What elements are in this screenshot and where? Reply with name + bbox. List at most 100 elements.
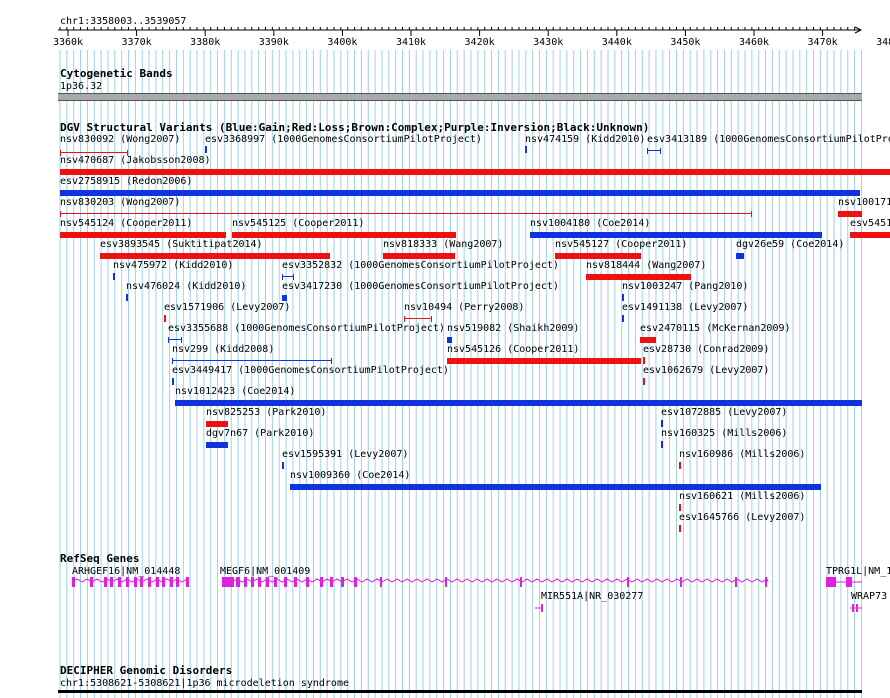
dgv-loss-feature[interactable] <box>60 232 226 238</box>
gene-label-wrap73[interactable]: WRAP73 <box>851 591 887 602</box>
dgv-feature-label[interactable]: nsv1012423 (Coe2014) <box>175 386 295 397</box>
gene-label-mir551a[interactable]: MIR551A|NR_030277 <box>541 591 643 602</box>
dgv-feature-label[interactable]: nsv818444 (Wang2007) <box>586 260 706 271</box>
dgv-feature-label[interactable]: nsv160986 (Mills2006) <box>679 449 805 460</box>
gene-label-arhgef16[interactable]: ARHGEF16|NM_014448 <box>72 566 180 577</box>
dgv-feature-label[interactable]: esv1645766 (Levy2007) <box>679 512 805 523</box>
dgv-feature-label[interactable]: esv3449417 (1000GenomesConsortiumPilotPr… <box>172 365 449 376</box>
dgv-feature-label[interactable]: nsv470687 (Jakobsson2008) <box>60 155 211 166</box>
dgv-feature-label[interactable]: nsv1004180 (Coe2014) <box>530 218 650 229</box>
dgv-feature-label[interactable]: nsv1003247 (Pang2010) <box>622 281 748 292</box>
dgv-loss-feature[interactable] <box>838 211 862 217</box>
dgv-feature-label[interactable]: esv2470115 (McKernan2009) <box>640 323 791 334</box>
gene-label-tprg1l[interactable]: TPRG1L|NM_1 <box>826 566 890 577</box>
dgv-feature-label[interactable]: esv5451 <box>850 218 890 229</box>
dgv-feature-label[interactable]: nsv519082 (Shaikh2009) <box>447 323 579 334</box>
dgv-feature-label[interactable]: nsv545126 (Cooper2011) <box>447 344 579 355</box>
dgv-gain-feature[interactable] <box>172 358 332 364</box>
dgv-feature-label[interactable]: nsv825253 (Park2010) <box>206 407 326 418</box>
dgv-gain-feature[interactable] <box>60 190 860 196</box>
dgv-feature-label[interactable]: esv1595391 (Levy2007) <box>282 449 408 460</box>
dgv-loss-feature[interactable] <box>164 315 166 322</box>
dgv-loss-feature[interactable] <box>206 421 228 427</box>
dgv-loss-feature[interactable] <box>100 253 330 259</box>
dgv-feature-label[interactable]: esv1072885 (Levy2007) <box>661 407 787 418</box>
dgv-loss-feature[interactable] <box>383 253 455 259</box>
dgv-loss-feature[interactable] <box>60 211 752 217</box>
dgv-loss-feature[interactable] <box>232 232 456 238</box>
dgv-gain-feature[interactable] <box>661 420 663 427</box>
dgv-feature-label[interactable]: esv3368997 (1000GenomesConsortiumPilotPr… <box>205 134 482 145</box>
dgv-gain-feature[interactable] <box>206 442 228 448</box>
dgv-feature-label[interactable]: esv2758915 (Redon2006) <box>60 176 192 187</box>
dgv-gain-feature[interactable] <box>447 337 452 343</box>
dgv-feature-label[interactable]: nsv818333 (Wang2007) <box>383 239 503 250</box>
dgv-gain-feature[interactable] <box>290 484 821 490</box>
dgv-gain-feature[interactable] <box>622 315 624 322</box>
dgv-track-title: DGV Structural Variants (Blue:Gain;Red:L… <box>60 121 650 134</box>
dgv-feature-label[interactable]: nsv100171 <box>838 197 890 208</box>
dgv-feature-label[interactable]: esv28730 (Conrad2009) <box>643 344 769 355</box>
dgv-feature-label[interactable]: esv1062679 (Levy2007) <box>643 365 769 376</box>
dgv-feature-label[interactable]: nsv475972 (Kidd2010) <box>113 260 233 271</box>
ruler-tick-label: 3470k <box>808 37 838 48</box>
dgv-loss-feature[interactable] <box>643 378 645 385</box>
dgv-feature-label[interactable]: nsv10494 (Perry2008) <box>404 302 524 313</box>
dgv-feature-label[interactable]: esv3893545 (Suktitipat2014) <box>100 239 263 250</box>
dgv-gain-feature[interactable] <box>647 148 661 154</box>
dgv-feature-label[interactable]: nsv545127 (Cooper2011) <box>555 239 687 250</box>
dgv-gain-feature[interactable] <box>736 253 744 259</box>
dgv-loss-feature[interactable] <box>404 316 432 322</box>
gene-label-megf6[interactable]: MEGF6|NM_001409 <box>220 566 310 577</box>
dgv-feature-label[interactable]: nsv545125 (Cooper2011) <box>232 218 364 229</box>
decipher-entry-label[interactable]: chr1:5308621-5308621|1p36 microdeletion … <box>60 678 349 689</box>
dgv-feature-label[interactable]: esv1571906 (Levy2007) <box>164 302 290 313</box>
dgv-gain-feature[interactable] <box>622 294 624 301</box>
dgv-feature-label[interactable]: esv3417230 (1000GenomesConsortiumPilotPr… <box>282 281 559 292</box>
dgv-loss-feature[interactable] <box>679 525 681 532</box>
dgv-feature-label[interactable]: nsv160325 (Mills2006) <box>661 428 787 439</box>
dgv-loss-feature[interactable] <box>60 169 890 175</box>
dgv-loss-feature[interactable] <box>679 462 681 469</box>
dgv-loss-feature[interactable] <box>447 358 641 364</box>
dgv-feature-label[interactable]: esv1491138 (Levy2007) <box>622 302 748 313</box>
megf6-exon <box>306 577 309 587</box>
dgv-gain-feature[interactable] <box>530 232 822 238</box>
megf6-exon <box>294 577 297 587</box>
dgv-feature-label[interactable]: nsv299 (Kidd2008) <box>172 344 274 355</box>
arhgef16-exon <box>162 577 165 587</box>
dgv-gain-feature[interactable] <box>525 146 527 153</box>
dgv-gain-feature[interactable] <box>282 274 294 280</box>
dgv-loss-feature[interactable] <box>586 274 691 280</box>
dgv-gain-feature[interactable] <box>168 337 182 343</box>
dgv-feature-label[interactable]: esv3355688 (1000GenomesConsortiumPilotPr… <box>168 323 445 334</box>
dgv-gain-feature[interactable] <box>282 295 287 301</box>
dgv-feature-label[interactable]: esv3413189 (1000GenomesConsortiumPilotPr… <box>647 134 890 145</box>
decipher-feature-bar[interactable] <box>58 690 862 693</box>
dgv-gain-feature[interactable] <box>661 441 663 448</box>
dgv-gain-feature[interactable] <box>175 400 862 406</box>
dgv-feature-label[interactable]: nsv474159 (Kidd2010) <box>525 134 645 145</box>
dgv-loss-feature[interactable] <box>643 357 645 364</box>
dgv-feature-label[interactable]: nsv1009360 (Coe2014) <box>290 470 410 481</box>
dgv-gain-feature[interactable] <box>126 294 128 301</box>
dgv-feature-label[interactable]: esv3352832 (1000GenomesConsortiumPilotPr… <box>282 260 559 271</box>
dgv-feature-label[interactable]: dgv7n67 (Park2010) <box>206 428 314 439</box>
dgv-gain-feature[interactable] <box>113 273 115 280</box>
dgv-loss-feature[interactable] <box>555 253 641 259</box>
dgv-gain-feature[interactable] <box>172 378 174 385</box>
ruler[interactable]: chr1:3358003..3539057 3360k 3370k 3380k 339… <box>0 0 890 50</box>
dgv-feature-label[interactable]: nsv830092 (Wong2007) <box>60 134 180 145</box>
dgv-loss-feature[interactable] <box>640 337 656 343</box>
dgv-gain-feature[interactable] <box>282 462 284 469</box>
dgv-loss-feature[interactable] <box>679 504 681 511</box>
megf6-exon <box>627 577 629 587</box>
dgv-feature-label[interactable]: dgv26e59 (Coe2014) <box>736 239 844 250</box>
cyto-band-bar[interactable] <box>58 93 862 101</box>
dgv-feature-label[interactable]: nsv160621 (Mills2006) <box>679 491 805 502</box>
dgv-feature-label[interactable]: nsv476024 (Kidd2010) <box>126 281 246 292</box>
dgv-loss-feature[interactable] <box>850 232 890 238</box>
dgv-feature-label[interactable]: nsv830203 (Wong2007) <box>60 197 180 208</box>
dgv-gain-feature[interactable] <box>205 146 207 153</box>
dgv-feature-label[interactable]: nsv545124 (Cooper2011) <box>60 218 192 229</box>
